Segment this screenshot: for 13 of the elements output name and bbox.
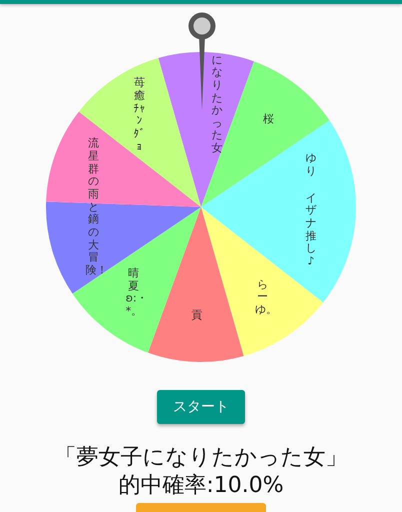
segment-label: 晴夏ʚ:・*。 — [126, 268, 141, 318]
segment-label: 流星群の雨と鏑の大冒険！ — [86, 138, 102, 277]
segment-label: ゆり — [304, 152, 318, 178]
hit-rate: 的中確率:10.0% — [118, 472, 284, 500]
segment-label: イザナ推し♪ — [304, 192, 318, 268]
result-name: 「夢女子になりたかった女」 — [54, 444, 348, 472]
segment-label: になりたかった女 — [210, 54, 224, 156]
segment-label: 苺癒ﾁｬﾝﾀﾞｮ — [132, 77, 146, 154]
segment-label: らーゆ。 — [254, 278, 270, 317]
bottom-button[interactable] — [136, 503, 266, 512]
segment-label: 貢 — [190, 310, 204, 323]
start-button[interactable]: スタート — [157, 390, 245, 424]
segment-label: 桜 — [262, 114, 276, 126]
